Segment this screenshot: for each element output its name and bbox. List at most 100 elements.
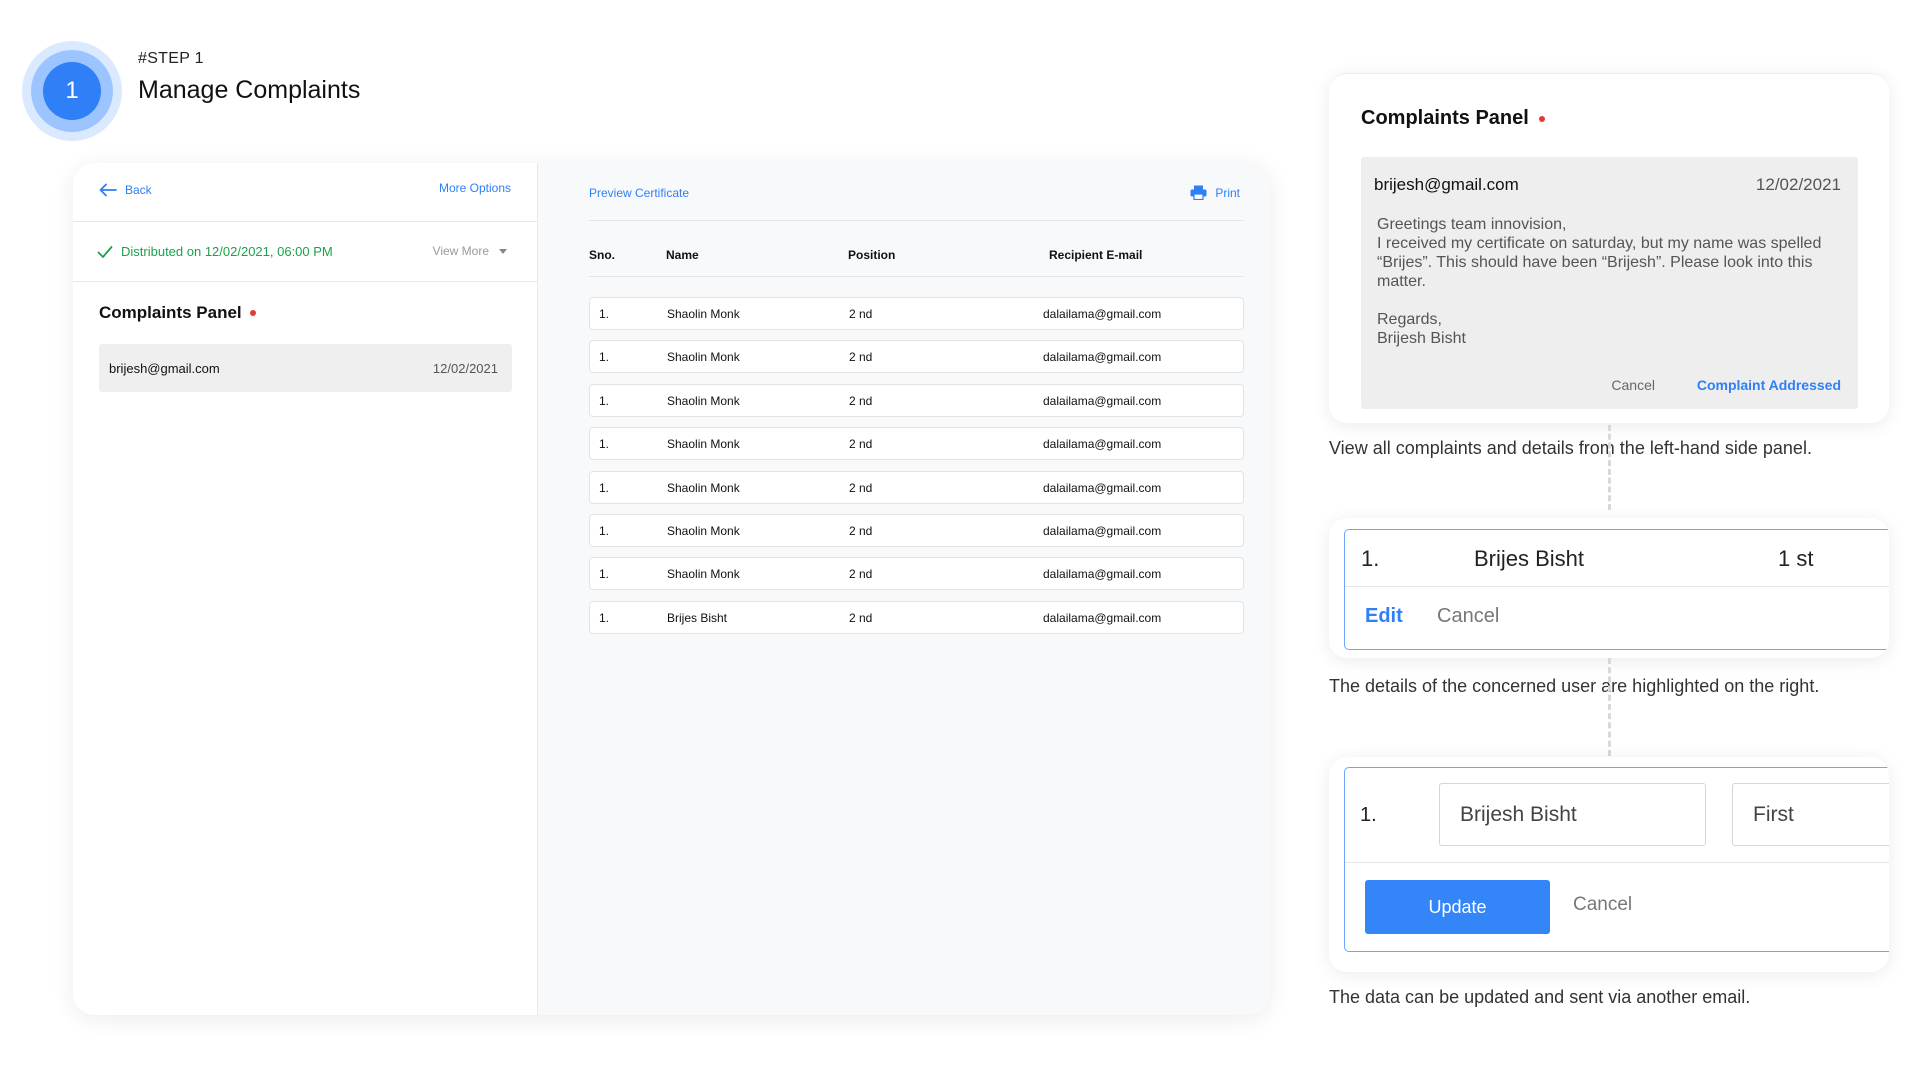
cell-sno: 1. [599, 610, 610, 625]
check-icon [97, 245, 113, 258]
message-line: Greetings team innovision, [1377, 216, 1567, 233]
cell-email: dalailama@gmail.com [1043, 437, 1162, 452]
highlighted-row: 1. Brijes Bisht 1 st Edit Cancel [1344, 529, 1889, 650]
cell-email: dalailama@gmail.com [1043, 610, 1162, 625]
cell-name: Shaolin Monk [667, 480, 740, 495]
caption-update-data: The data can be updated and sent via ano… [1329, 987, 1751, 1007]
cell-email: dalailama@gmail.com [1043, 307, 1162, 321]
table-row[interactable]: 1. Shaolin Monk 2 nd dalailama@gmail.com [589, 427, 1244, 461]
caption-view-complaints: View all complaints and details from the… [1329, 438, 1812, 458]
cell-name: Shaolin Monk [667, 437, 740, 452]
table-row[interactable]: 1. Shaolin Monk 2 nd dalailama@gmail.com [589, 383, 1244, 417]
row-position: 1 st [1778, 546, 1814, 571]
edit-button[interactable]: Edit [1365, 605, 1403, 628]
cell-email: dalailama@gmail.com [1043, 567, 1162, 582]
cell-position: 2 nd [849, 307, 873, 321]
step-badge: 1 [22, 41, 122, 141]
step-number: 1 [43, 62, 101, 120]
cell-name: Shaolin Monk [667, 567, 740, 582]
table-row[interactable]: 1. Shaolin Monk 2 nd dalailama@gmail.com [589, 513, 1244, 547]
update-button[interactable]: Update [1365, 880, 1550, 934]
complaint-card-heading: Complaints Panel [1361, 107, 1545, 130]
complaints-panel-heading: Complaints Panel [99, 303, 256, 323]
column-header-name: Name [666, 248, 699, 262]
column-header-position: Position [848, 248, 896, 262]
unread-dot-icon [1538, 115, 1545, 122]
connector-line [1608, 658, 1611, 756]
message-line: Brijesh Bisht [1377, 330, 1466, 347]
complaints-panel-title: Complaints Panel [99, 303, 242, 322]
view-more-dropdown[interactable]: View More [433, 244, 507, 258]
right-pane-toolbar: Preview Certificate Print [589, 183, 1244, 221]
preview-certificate-link[interactable]: Preview Certificate [589, 186, 689, 200]
caption-highlighted-details: The details of the concerned user are hi… [1329, 676, 1820, 696]
complaint-addressed-button[interactable]: Complaint Addressed [1697, 377, 1841, 393]
distribution-status-bar: Distributed on 12/02/2021, 06:00 PM View… [73, 222, 537, 282]
right-pane: Preview Certificate Print Sno. Name Posi… [538, 163, 1270, 1015]
cell-sno: 1. [599, 393, 610, 408]
highlighted-row-card: 1. Brijes Bisht 1 st Edit Cancel [1329, 518, 1889, 658]
printer-icon [1190, 185, 1207, 200]
cell-name: Shaolin Monk [667, 393, 740, 408]
complaint-email: brijesh@gmail.com [109, 360, 220, 376]
left-pane-toolbar: Back More Options [73, 163, 537, 222]
table-row[interactable]: 1. Shaolin Monk 2 nd dalailama@gmail.com [589, 470, 1244, 504]
edit-row-card: 1. Update Cancel [1329, 757, 1889, 972]
distribution-status: Distributed on 12/02/2021, 06:00 PM [97, 244, 333, 259]
left-pane: Back More Options Distributed on 12/02/2… [73, 163, 538, 1015]
table-row[interactable]: 1. Shaolin Monk 2 nd dalailama@gmail.com [589, 297, 1244, 330]
cell-sno: 1. [599, 437, 610, 452]
row-number: 1. [1361, 546, 1380, 571]
chevron-down-icon [499, 248, 507, 254]
view-more-label: View More [432, 244, 489, 258]
table-header: Sno. Name Position Recipient E-mail [589, 240, 1244, 277]
step-title: Manage Complaints [138, 76, 361, 104]
back-button[interactable]: Back [99, 183, 152, 197]
back-label: Back [125, 183, 152, 197]
complaint-date: 12/02/2021 [432, 360, 498, 376]
cell-position: 2 nd [849, 393, 873, 408]
cell-sno: 1. [599, 307, 610, 321]
cell-position: 2 nd [849, 523, 873, 538]
cancel-button[interactable]: Cancel [1437, 605, 1499, 628]
cell-name: Brijes Bisht [667, 610, 728, 625]
table-row[interactable]: 1. Brijes Bisht 2 nd dalailama@gmail.com [589, 600, 1244, 634]
cell-name: Shaolin Monk [667, 523, 740, 538]
name-input[interactable] [1439, 783, 1706, 846]
arrow-left-icon [99, 183, 117, 197]
cell-sno: 1. [599, 567, 610, 582]
cell-name: Shaolin Monk [667, 307, 740, 321]
position-input[interactable] [1732, 783, 1889, 846]
complaint-list-item[interactable]: brijesh@gmail.com 12/02/2021 [99, 344, 512, 392]
step-kicker: #STEP 1 [138, 50, 204, 67]
divider [1345, 862, 1889, 863]
unread-dot-icon [249, 310, 256, 316]
complaint-sender-email: brijesh@gmail.com [1374, 175, 1519, 194]
recipients-table: 1. Shaolin Monk 2 nd dalailama@gmail.com… [589, 297, 1244, 644]
app-window: Back More Options Distributed on 12/02/2… [73, 163, 1270, 1015]
print-button[interactable]: Print [1190, 185, 1240, 200]
distribution-text: Distributed on 12/02/2021, 06:00 PM [121, 244, 333, 259]
column-header-sno: Sno. [589, 248, 615, 262]
table-row[interactable]: 1. Shaolin Monk 2 nd dalailama@gmail.com [589, 340, 1244, 374]
connector-line [1608, 425, 1611, 510]
complaint-message-box: brijesh@gmail.com 12/02/2021 Greetings t… [1361, 157, 1858, 409]
cell-sno: 1. [599, 350, 610, 365]
cell-sno: 1. [599, 523, 610, 538]
cancel-button[interactable]: Cancel [1573, 894, 1632, 916]
cell-position: 2 nd [849, 350, 873, 365]
complaint-sent-date: 12/02/2021 [1755, 175, 1841, 194]
cell-position: 2 nd [849, 610, 873, 625]
cancel-button[interactable]: Cancel [1611, 377, 1655, 393]
cell-position: 2 nd [849, 567, 873, 582]
complaint-card-title: Complaints Panel [1361, 107, 1529, 129]
cell-email: dalailama@gmail.com [1043, 350, 1162, 365]
more-options-link[interactable]: More Options [439, 181, 511, 195]
cell-name: Shaolin Monk [667, 350, 740, 365]
complaint-message: Greetings team innovision, I received my… [1377, 215, 1847, 348]
divider [1345, 586, 1889, 587]
print-label: Print [1215, 185, 1240, 200]
table-row[interactable]: 1. Shaolin Monk 2 nd dalailama@gmail.com [589, 557, 1244, 591]
column-header-email: Recipient E-mail [1049, 248, 1143, 262]
